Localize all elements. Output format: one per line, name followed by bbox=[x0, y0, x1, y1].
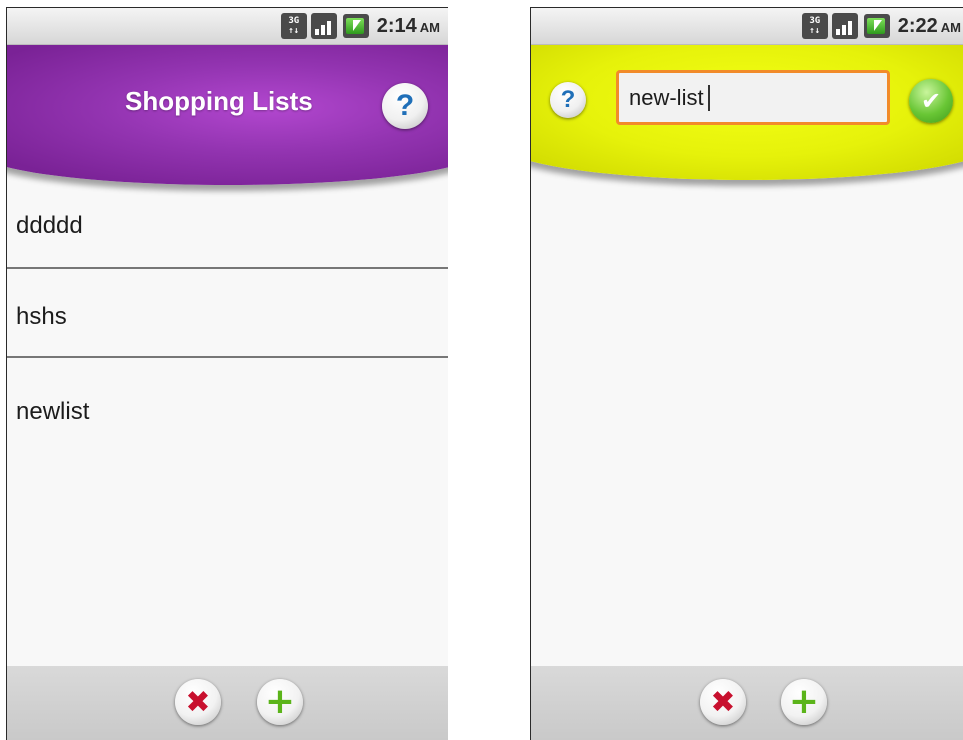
add-list-button[interactable]: + bbox=[781, 679, 827, 725]
checkmark-icon: ✔ bbox=[920, 87, 942, 115]
x-icon: ✖ bbox=[710, 684, 736, 720]
list-item-name: ddddd bbox=[16, 212, 83, 239]
status-clock: 2:22 AM bbox=[897, 14, 961, 37]
list-item-name: newlist bbox=[16, 398, 90, 425]
list-item[interactable]: hshs bbox=[7, 271, 448, 363]
3g-network-icon: 3G ↑↓ bbox=[801, 13, 828, 39]
bottom-toolbar: ✖ + bbox=[7, 666, 448, 740]
help-button[interactable]: ? bbox=[550, 82, 586, 118]
confirm-button[interactable]: ✔ bbox=[909, 79, 953, 123]
plus-icon: + bbox=[788, 681, 820, 722]
list-name-value: new-list bbox=[629, 84, 704, 110]
question-mark-icon: ? bbox=[560, 86, 576, 113]
divider bbox=[7, 356, 448, 358]
battery-charging-icon bbox=[863, 14, 890, 38]
question-mark-icon: ? bbox=[395, 89, 415, 122]
new-list-screen: 3G ↑↓ 2:22 AM ? new-list ✔ ✖ + bbox=[530, 7, 963, 740]
status-bar: 3G ↑↓ 2:22 AM bbox=[531, 8, 963, 45]
add-list-button[interactable]: + bbox=[257, 679, 303, 725]
status-bar: 3G ↑↓ 2:14 AM bbox=[7, 8, 448, 45]
x-icon: ✖ bbox=[185, 684, 211, 720]
delete-list-button[interactable]: ✖ bbox=[175, 679, 221, 725]
battery-charging-icon bbox=[342, 14, 369, 38]
divider bbox=[7, 267, 448, 269]
bottom-toolbar: ✖ + bbox=[531, 666, 963, 740]
signal-strength-icon bbox=[310, 13, 337, 39]
list-item[interactable]: ddddd bbox=[7, 180, 448, 272]
status-clock: 2:14 AM bbox=[376, 14, 440, 37]
list-item[interactable]: newlist bbox=[7, 366, 448, 458]
text-cursor bbox=[707, 84, 710, 111]
list-name-input[interactable]: new-list bbox=[616, 70, 890, 125]
delete-list-button[interactable]: ✖ bbox=[700, 679, 746, 725]
signal-strength-icon bbox=[831, 13, 858, 39]
page-title: Shopping Lists bbox=[125, 86, 313, 116]
shopping-lists-screen: 3G ↑↓ 2:14 AM Shopping Lists ? ddddd hshs … bbox=[6, 7, 448, 740]
help-button[interactable]: ? bbox=[382, 83, 428, 129]
plus-icon: + bbox=[264, 681, 296, 722]
list-item-name: hshs bbox=[16, 303, 67, 330]
3g-network-icon: 3G ↑↓ bbox=[280, 13, 307, 39]
